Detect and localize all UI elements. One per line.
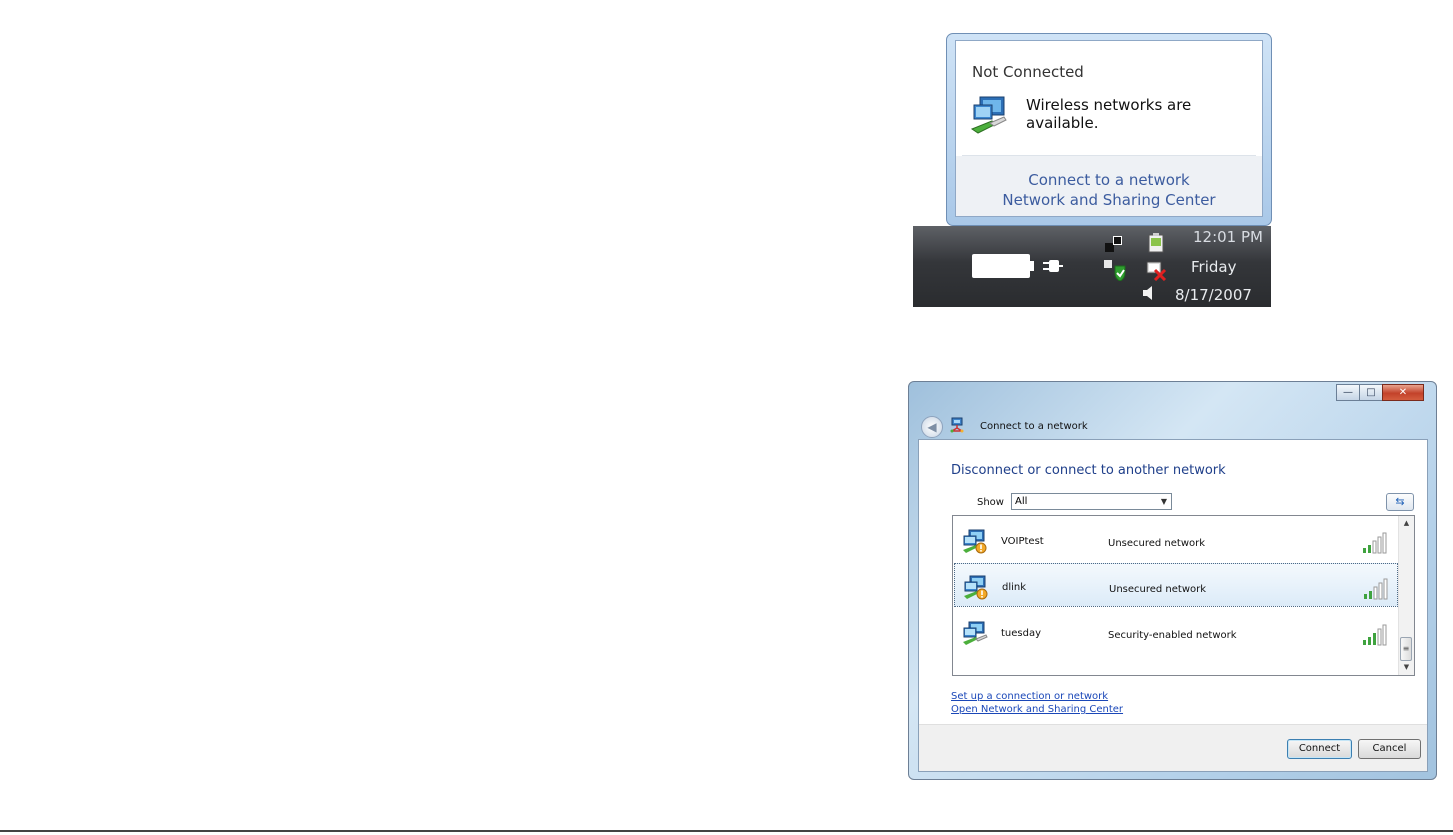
signal-strength-icon (1364, 578, 1388, 600)
window-content: Disconnect or connect to another network… (918, 439, 1428, 772)
refresh-button[interactable]: ⇆ (1386, 493, 1414, 511)
cancel-button[interactable]: Cancel (1358, 739, 1421, 759)
network-status: Security-enabled network (1108, 630, 1237, 641)
clock-date[interactable]: 8/17/2007 (1175, 286, 1252, 304)
scroll-thumb[interactable]: ≡ (1400, 637, 1412, 661)
popup-title: Not Connected (972, 63, 1084, 81)
taskbar-tray: 12:01 PM Friday 8/17/2007 (913, 226, 1271, 307)
show-filter-dropdown[interactable]: All ▼ (1011, 493, 1172, 510)
network-activity-icon[interactable] (1103, 234, 1125, 254)
popup-body: Not Connected Wireless networks are avai… (955, 40, 1263, 217)
connect-button[interactable]: Connect (1287, 739, 1352, 759)
battery-icon[interactable] (972, 254, 1030, 278)
signal-strength-icon (1363, 624, 1387, 646)
setup-connection-link[interactable]: Set up a connection or network (951, 691, 1108, 702)
list-scrollbar[interactable]: ▲ ≡ ▼ (1398, 516, 1414, 675)
close-button[interactable]: ✕ (1382, 384, 1424, 401)
network-disconnected-icon[interactable] (1145, 259, 1167, 281)
wireless-network-icon (970, 96, 1007, 134)
network-list[interactable]: VOIPtest Unsecured network dlink Unsecur… (952, 515, 1415, 676)
back-button[interactable]: ◀ (921, 416, 943, 438)
caption-buttons: — □ ✕ (1336, 384, 1424, 401)
security-center-icon[interactable] (1103, 259, 1127, 281)
network-notification-popup: Not Connected Wireless networks are avai… (946, 33, 1272, 226)
network-status: Unsecured network (1109, 584, 1207, 595)
network-name: VOIPtest (1001, 536, 1044, 547)
secured-network-icon (963, 621, 988, 645)
network-sharing-center-link[interactable]: Network and Sharing Center (956, 190, 1262, 210)
power-plug-icon[interactable] (1041, 257, 1063, 275)
refresh-icon: ⇆ (1395, 495, 1405, 508)
network-row-dlink[interactable]: dlink Unsecured network (954, 563, 1398, 607)
window-title: Connect to a network (980, 421, 1088, 432)
page-heading: Disconnect or connect to another network (951, 463, 1226, 478)
window-footer: Connect Cancel (919, 724, 1427, 771)
signal-strength-icon (1363, 532, 1387, 554)
network-status: Unsecured network (1108, 538, 1206, 549)
network-name: dlink (1002, 582, 1027, 593)
chevron-down-icon: ▼ (1160, 497, 1167, 506)
scroll-down-icon[interactable]: ▼ (1399, 660, 1414, 675)
clock-time[interactable]: 12:01 PM (1193, 228, 1263, 246)
popup-footer: Connect to a network Network and Sharing… (956, 156, 1262, 216)
battery-tip (1030, 261, 1034, 271)
open-sharing-center-link[interactable]: Open Network and Sharing Center (951, 704, 1123, 715)
page-bottom-rule (0, 830, 1453, 832)
connect-to-network-link[interactable]: Connect to a network (956, 170, 1262, 190)
show-label: Show (977, 497, 1004, 508)
device-icon[interactable] (1145, 232, 1167, 254)
network-name: tuesday (1001, 628, 1042, 639)
maximize-button[interactable]: □ (1359, 384, 1383, 401)
network-row-voiptest[interactable]: VOIPtest Unsecured network (954, 518, 1398, 562)
network-row-tuesday[interactable]: tuesday Security-enabled network (954, 610, 1398, 654)
volume-icon[interactable] (1141, 284, 1155, 302)
clock-day[interactable]: Friday (1191, 258, 1236, 276)
connect-to-network-window: — □ ✕ ◀ Connect to a network Disconnect … (908, 381, 1437, 780)
unsecured-network-icon (963, 529, 987, 554)
unsecured-network-icon (964, 575, 988, 600)
network-wizard-icon (950, 417, 964, 433)
scroll-up-icon[interactable]: ▲ (1399, 516, 1414, 531)
show-filter-value: All (1015, 496, 1028, 507)
minimize-button[interactable]: — (1336, 384, 1360, 401)
popup-message: Wireless networks are available. (1026, 96, 1192, 132)
